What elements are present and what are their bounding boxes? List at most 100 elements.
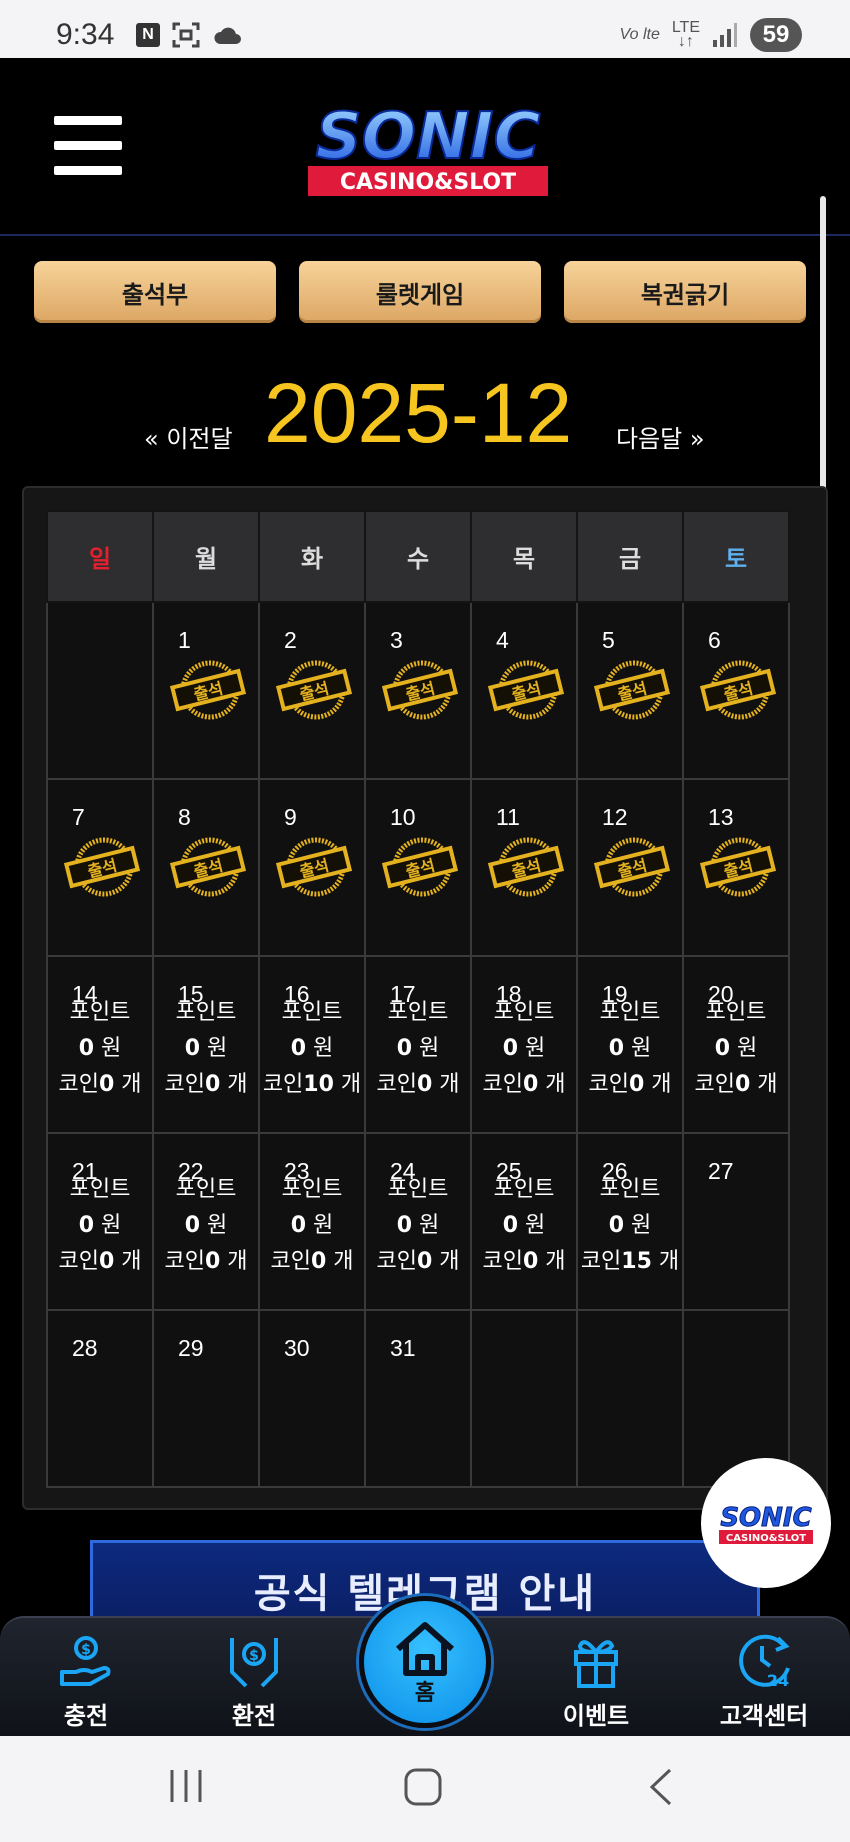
lottery-button[interactable]: 복권긁기: [564, 261, 806, 323]
roulette-button[interactable]: 룰렛게임: [299, 261, 541, 323]
day-number: 3: [390, 627, 403, 653]
calendar-day-cell[interactable]: 21 포인트 0 원 코인0 개: [46, 1132, 154, 1311]
calendar-day-cell[interactable]: 7 출석: [46, 778, 154, 957]
day-number: 13: [708, 804, 734, 830]
calendar-day-cell[interactable]: 29: [152, 1309, 260, 1488]
calendar-day-cell[interactable]: 31: [364, 1309, 472, 1488]
calendar-day-cell[interactable]: 9 출석: [258, 778, 366, 957]
day-number: 9: [284, 804, 297, 830]
withdraw-icon: $: [230, 1638, 278, 1688]
calendar-day-cell[interactable]: 14 포인트 0 원 코인0 개: [46, 955, 154, 1134]
attendance-calendar: 일 월 화 수 목 금 토 1 출석 2 출석 3 출석 4 출석 5 출석 6…: [22, 486, 828, 1510]
month-title: 2025-12: [264, 366, 573, 460]
calendar-day-cell[interactable]: 8 출석: [152, 778, 260, 957]
home-icon: [396, 1622, 454, 1676]
weekday-thu: 목: [470, 510, 578, 603]
recent-apps-icon[interactable]: [168, 1766, 204, 1806]
attendance-stamp-icon: 출석: [276, 837, 352, 897]
calendar-day-cell[interactable]: 20 포인트 0 원 코인0 개: [682, 955, 790, 1134]
calendar-empty-cell: [576, 1309, 684, 1488]
point-label: 포인트: [387, 1000, 449, 1025]
attendance-button[interactable]: 출석부: [34, 261, 276, 323]
nav-withdraw[interactable]: $ 환전: [184, 1632, 324, 1731]
attendance-stamp-icon: 출석: [64, 837, 140, 897]
calendar-day-cell[interactable]: 10 출석: [364, 778, 472, 957]
attendance-stamp-icon: 출석: [700, 837, 776, 897]
calendar-day-cell[interactable]: 19 포인트 0 원 코인0 개: [576, 955, 684, 1134]
calendar-day-cell[interactable]: 13 출석: [682, 778, 790, 957]
day-number: 2: [284, 627, 297, 653]
point-label: 포인트: [705, 1000, 767, 1025]
point-label: 포인트: [599, 1000, 661, 1025]
floating-logo-button[interactable]: SONIC CASINO&SLOT: [701, 1458, 831, 1588]
nav-support[interactable]: 24 고객센터: [694, 1632, 834, 1731]
sonic-casino-logo[interactable]: SONIC CASINO&SLOT: [286, 96, 570, 208]
signal-icon: [713, 23, 737, 47]
attendance-stamp-icon: 출석: [594, 837, 670, 897]
nav-event-label: 이벤트: [562, 1702, 630, 1730]
coin-value: 코인0 개: [482, 1249, 566, 1274]
nav-deposit[interactable]: $ 충전: [16, 1632, 156, 1731]
coin-value: 코인0 개: [482, 1072, 566, 1097]
calendar-day-cell[interactable]: 22 포인트 0 원 코인0 개: [152, 1132, 260, 1311]
calendar-day-cell[interactable]: 26 포인트 0 원 코인15 개: [576, 1132, 684, 1311]
calendar-week-row: 28 29 30 31: [46, 1309, 790, 1488]
calendar-day-cell[interactable]: 5 출석: [576, 601, 684, 780]
day-reward-info: 포인트 0 원 코인0 개: [154, 1172, 258, 1280]
calendar-day-cell[interactable]: 24 포인트 0 원 코인0 개: [364, 1132, 472, 1311]
coin-value: 코인0 개: [376, 1249, 460, 1274]
nav-withdraw-label: 환전: [231, 1702, 277, 1730]
prev-month-link[interactable]: « 이전달: [144, 419, 233, 454]
naver-notification-icon: N: [136, 23, 160, 47]
calendar-day-cell[interactable]: 28: [46, 1309, 154, 1488]
point-value: 0 원: [184, 1036, 228, 1061]
calendar-day-cell[interactable]: 27: [682, 1132, 790, 1311]
status-right-icons: Vo lte LTE ↓↑ 59: [620, 18, 802, 52]
calendar-day-cell[interactable]: 15 포인트 0 원 코인0 개: [152, 955, 260, 1134]
calendar-day-cell[interactable]: 17 포인트 0 원 코인0 개: [364, 955, 472, 1134]
point-value: 0 원: [184, 1213, 228, 1238]
coin-value: 코인0 개: [270, 1249, 354, 1274]
status-left-icons: N: [136, 22, 242, 48]
calendar-day-cell[interactable]: 16 포인트 0 원 코인10 개: [258, 955, 366, 1134]
day-number: 10: [390, 804, 416, 830]
attendance-stamp-icon: 출석: [594, 660, 670, 720]
point-label: 포인트: [599, 1177, 661, 1202]
calendar-day-cell[interactable]: 6 출석: [682, 601, 790, 780]
hamburger-icon[interactable]: [54, 116, 122, 176]
next-month-link[interactable]: 다음달 »: [616, 419, 705, 454]
coin-value: 코인15 개: [580, 1249, 680, 1274]
day-number: 30: [284, 1335, 310, 1361]
calendar-day-cell[interactable]: 23 포인트 0 원 코인0 개: [258, 1132, 366, 1311]
coin-value: 코인0 개: [376, 1072, 460, 1097]
point-value: 0 원: [714, 1036, 758, 1061]
nav-home-button[interactable]: 홈: [359, 1596, 491, 1728]
calendar-day-cell[interactable]: 11 출석: [470, 778, 578, 957]
calendar-day-cell[interactable]: 3 출석: [364, 601, 472, 780]
coin-value: 코인0 개: [164, 1072, 248, 1097]
day-number: 7: [72, 804, 85, 830]
point-value: 0 원: [290, 1213, 334, 1238]
coin-value: 코인0 개: [588, 1072, 672, 1097]
day-number: 29: [178, 1335, 204, 1361]
calendar-day-cell[interactable]: 2 출석: [258, 601, 366, 780]
back-icon[interactable]: [646, 1766, 676, 1808]
day-reward-info: 포인트 0 원 코인0 개: [48, 1172, 152, 1280]
calendar-day-cell[interactable]: 25 포인트 0 원 코인0 개: [470, 1132, 578, 1311]
top-menu-buttons: 출석부 룰렛게임 복권긁기: [34, 261, 806, 323]
calendar-day-cell[interactable]: 18 포인트 0 원 코인0 개: [470, 955, 578, 1134]
weekday-mon: 월: [152, 510, 260, 603]
nav-event[interactable]: 이벤트: [526, 1632, 666, 1731]
home-system-icon[interactable]: [402, 1766, 444, 1808]
calendar-day-cell[interactable]: 4 출석: [470, 601, 578, 780]
calendar-day-cell[interactable]: 1 출석: [152, 601, 260, 780]
svg-text:SONIC: SONIC: [316, 100, 541, 174]
weekday-tue: 화: [258, 510, 366, 603]
point-value: 0 원: [290, 1036, 334, 1061]
calendar-day-cell[interactable]: 12 출석: [576, 778, 684, 957]
day-number: 4: [496, 627, 509, 653]
calendar-day-cell[interactable]: 30: [258, 1309, 366, 1488]
point-value: 0 원: [502, 1213, 546, 1238]
calendar-week-row: 7 출석 8 출석 9 출석 10 출석 11 출석 12 출석 13 출석: [46, 778, 790, 957]
attendance-stamp-icon: 출석: [170, 837, 246, 897]
